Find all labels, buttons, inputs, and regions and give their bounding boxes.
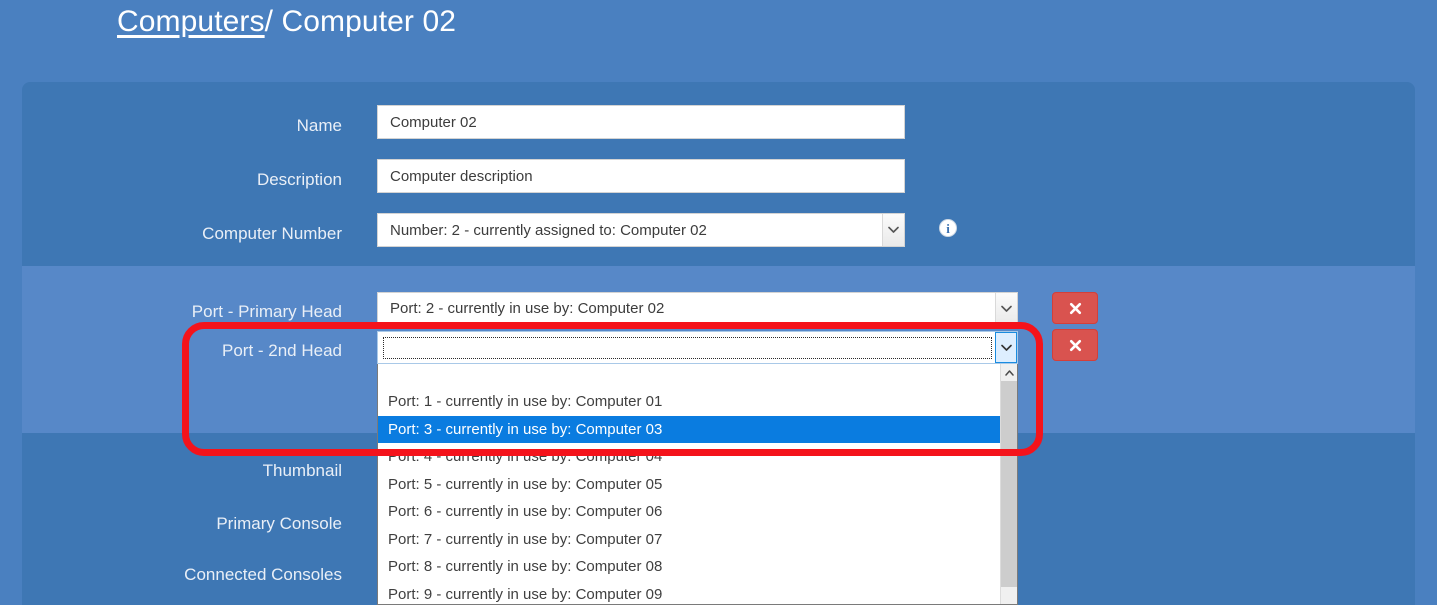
port-2nd-head-dropdown[interactable]: Port: 1 - currently in use by: Computer … bbox=[377, 364, 1018, 605]
breadcrumb: Computers/ Computer 02 bbox=[117, 5, 456, 39]
scroll-up-arrow-icon[interactable] bbox=[1001, 364, 1017, 381]
port-primary-head-select[interactable]: Port: 2 - currently in use by: Computer … bbox=[377, 292, 1018, 325]
dropdown-option[interactable]: Port: 7 - currently in use by: Computer … bbox=[378, 526, 1000, 554]
remove-port-primary-button[interactable] bbox=[1052, 292, 1098, 324]
field-port-primary-wrapper: Port: 2 - currently in use by: Computer … bbox=[377, 292, 1018, 325]
computer-number-select-value: Number: 2 - currently assigned to: Compu… bbox=[390, 221, 707, 239]
field-port-2nd-wrapper bbox=[377, 331, 1018, 364]
dropdown-option[interactable]: Port: 1 - currently in use by: Computer … bbox=[378, 388, 1000, 416]
port-2nd-head-select[interactable] bbox=[377, 331, 1018, 364]
field-description-wrapper bbox=[377, 159, 905, 193]
name-input[interactable] bbox=[377, 105, 905, 139]
dropdown-option[interactable]: Port: 8 - currently in use by: Computer … bbox=[378, 553, 1000, 581]
scrollbar-thumb[interactable] bbox=[1001, 381, 1017, 587]
chevron-down-icon[interactable] bbox=[995, 332, 1017, 363]
dropdown-option-selected[interactable]: Port: 3 - currently in use by: Computer … bbox=[378, 415, 1000, 443]
field-name-wrapper bbox=[377, 105, 905, 139]
breadcrumb-separator: / bbox=[264, 5, 274, 38]
info-icon[interactable]: i bbox=[939, 219, 957, 237]
description-input[interactable] bbox=[377, 159, 905, 193]
label-thumbnail: Thumbnail bbox=[262, 461, 342, 480]
label-name: Name bbox=[296, 116, 342, 135]
field-computer-number-wrapper: Number: 2 - currently assigned to: Compu… bbox=[377, 213, 905, 247]
label-computer-number: Computer Number bbox=[202, 224, 342, 243]
dropdown-scrollbar[interactable] bbox=[1000, 364, 1017, 604]
dropdown-option-list: Port: 1 - currently in use by: Computer … bbox=[378, 364, 1000, 604]
chevron-down-icon[interactable] bbox=[995, 293, 1017, 324]
label-port-primary-head: Port - Primary Head bbox=[191, 302, 342, 321]
label-primary-console: Primary Console bbox=[216, 514, 342, 533]
label-connected-consoles: Connected Consoles bbox=[184, 565, 342, 584]
label-description: Description bbox=[256, 170, 342, 189]
port-primary-head-select-value: Port: 2 - currently in use by: Computer … bbox=[390, 300, 665, 317]
label-port-2nd-head: Port - 2nd Head bbox=[221, 341, 342, 360]
page-title: Computer 02 bbox=[281, 5, 457, 38]
dropdown-option[interactable] bbox=[378, 364, 1000, 388]
close-icon bbox=[1069, 302, 1081, 314]
dropdown-option[interactable]: Port: 6 - currently in use by: Computer … bbox=[378, 498, 1000, 526]
breadcrumb-link-computers[interactable]: Computers bbox=[117, 5, 265, 38]
computer-number-select[interactable]: Number: 2 - currently assigned to: Compu… bbox=[377, 213, 905, 247]
close-icon bbox=[1069, 339, 1081, 351]
remove-port-2nd-button[interactable] bbox=[1052, 329, 1098, 361]
dropdown-option[interactable]: Port: 5 - currently in use by: Computer … bbox=[378, 471, 1000, 499]
dropdown-option[interactable]: Port: 9 - currently in use by: Computer … bbox=[378, 581, 1000, 605]
port-2nd-head-select-value bbox=[383, 336, 992, 359]
dropdown-option[interactable]: Port: 4 - currently in use by: Computer … bbox=[378, 443, 1000, 471]
chevron-down-icon[interactable] bbox=[882, 214, 904, 246]
computer-detail-page: Computers/ Computer 02 Name Description … bbox=[0, 0, 1437, 605]
